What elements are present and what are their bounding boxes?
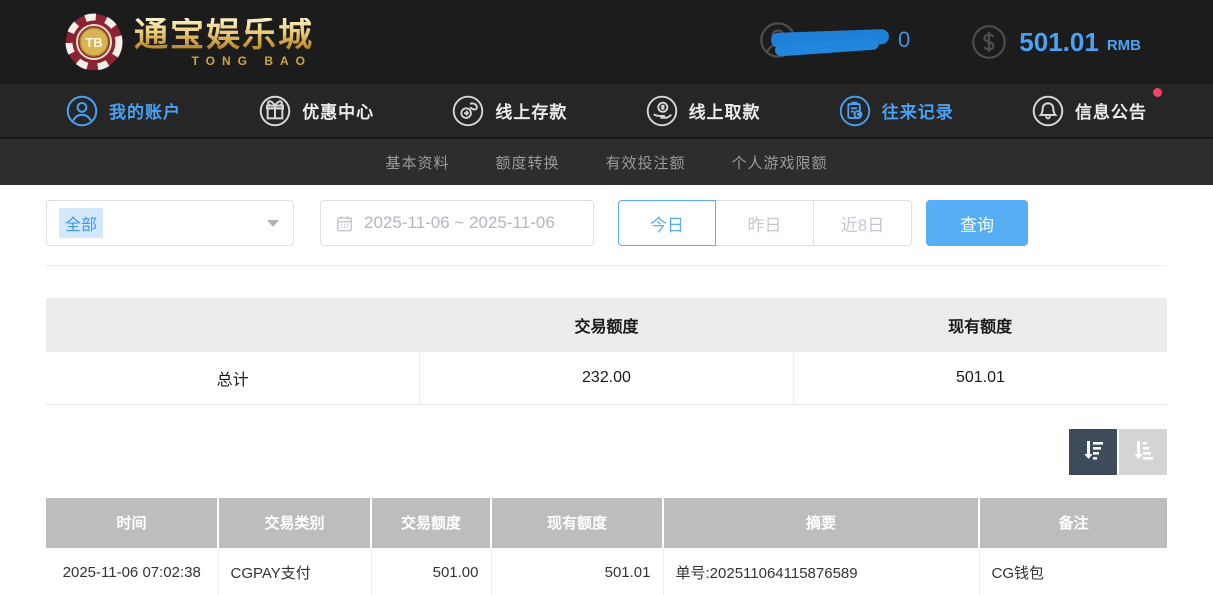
user-icon [66,95,98,127]
summary-total-current-balance: 501.01 [793,352,1167,404]
table-row: 2025-11-06 07:02:38 CGPAY支付 501.00 501.0… [46,548,1167,595]
record-summary: 单号:202511064115876589 [663,548,979,595]
summary-header-empty [46,298,420,352]
username-visible-suffix: 0 [898,27,910,53]
top-bar: TB 通宝娱乐城 TONG BAO 0 [0,0,1213,84]
search-button[interactable]: 查询 [926,200,1028,246]
quick-range-group: 今日 昨日 近8日 [618,200,912,246]
sort-ascending-icon [1130,437,1156,466]
records-header-type: 交易类别 [218,498,371,548]
content-area: 全部 2025-11-06 ~ 2025-11-06 今日 昨日 近8日 查询 … [0,185,1213,595]
transaction-type-select[interactable]: 全部 [46,200,294,246]
quick-range-last-8-days[interactable]: 近8日 [814,200,912,246]
date-range-input[interactable]: 2025-11-06 ~ 2025-11-06 [320,200,594,246]
records-header-transaction-amount: 交易额度 [371,498,491,548]
username-redaction-scribble [771,29,889,55]
quick-range-yesterday[interactable]: 昨日 [716,200,814,246]
record-remark: CG钱包 [979,548,1167,595]
brand-logo[interactable]: TB 通宝娱乐城 TONG BAO [64,12,314,72]
casino-chip-icon: TB [64,12,124,72]
records-header-remark: 备注 [979,498,1167,548]
nav-item-promotions[interactable]: 优惠中心 [259,95,374,127]
nav-item-announcements[interactable]: 信息公告 [1032,95,1147,127]
record-current-balance: 501.01 [491,548,663,595]
nav-item-online-withdrawal[interactable]: 线上取款 [646,95,761,127]
gift-icon [259,95,291,127]
summary-header-transaction-amount: 交易额度 [420,298,794,352]
records-header-current-balance: 现有额度 [491,498,663,548]
transaction-type-selected-value: 全部 [59,208,103,238]
notification-dot [1153,88,1162,97]
brand-name-en: TONG BAO [192,55,312,67]
summary-total-label: 总计 [46,352,420,404]
chevron-down-icon [267,220,279,227]
sort-descending-icon [1080,437,1106,466]
quick-range-today[interactable]: 今日 [618,200,716,246]
dollar-icon [971,24,1007,60]
sort-ascending-button[interactable] [1119,429,1167,475]
main-nav: 我的账户 优惠中心 线上存款 线上取款 [0,84,1213,137]
records-table: 时间 交易类别 交易额度 现有额度 摘要 备注 2025-11-06 07:02… [46,498,1167,595]
subnav-item-valid-bets[interactable]: 有效投注额 [606,152,686,173]
record-time: 2025-11-06 07:02:38 [46,548,218,595]
sort-controls [46,429,1167,475]
brand-text: 通宝娱乐城 TONG BAO [134,18,314,67]
date-range-value: 2025-11-06 ~ 2025-11-06 [364,213,555,233]
records-header-row: 时间 交易类别 交易额度 现有额度 摘要 备注 [46,498,1167,548]
calendar-icon [335,214,354,233]
bell-icon [1032,95,1064,127]
records-icon [839,95,871,127]
nav-item-online-deposit[interactable]: 线上存款 [452,95,567,127]
record-transaction-amount: 501.00 [371,548,491,595]
account-sub-nav: 基本资料 额度转换 有效投注额 个人游戏限额 [0,137,1213,185]
records-header-summary: 摘要 [663,498,979,548]
summary-header-row: 交易额度 现有额度 [46,298,1167,352]
subnav-item-basic-info[interactable]: 基本资料 [385,152,449,173]
user-account[interactable]: 0 [759,22,909,62]
balance-display[interactable]: 501.01 RMB [971,24,1141,60]
filter-bar: 全部 2025-11-06 ~ 2025-11-06 今日 昨日 近8日 查询 [46,200,1167,246]
records-header-time: 时间 [46,498,218,548]
subnav-item-personal-game-limit[interactable]: 个人游戏限额 [732,152,828,173]
brand-name-cn: 通宝娱乐城 [134,18,314,52]
balance-currency: RMB [1107,31,1141,54]
summary-total-row: 总计 232.00 501.01 [46,352,1167,404]
svg-text:TB: TB [85,35,102,50]
balance-amount: 501.01 [1019,27,1099,58]
subnav-item-credit-transfer[interactable]: 额度转换 [495,152,559,173]
deposit-icon [452,95,484,127]
withdraw-icon [646,95,678,127]
nav-item-my-account[interactable]: 我的账户 [66,95,181,127]
section-divider [46,265,1167,266]
nav-item-transaction-records[interactable]: 往来记录 [839,95,954,127]
sort-descending-button[interactable] [1069,429,1117,475]
summary-total-transaction-amount: 232.00 [420,352,794,404]
record-type: CGPAY支付 [218,548,371,595]
summary-header-current-balance: 现有额度 [793,298,1167,352]
top-bar-right: 0 501.01 RMB [759,22,1141,62]
summary-table: 交易额度 现有额度 总计 232.00 501.01 [46,298,1167,405]
